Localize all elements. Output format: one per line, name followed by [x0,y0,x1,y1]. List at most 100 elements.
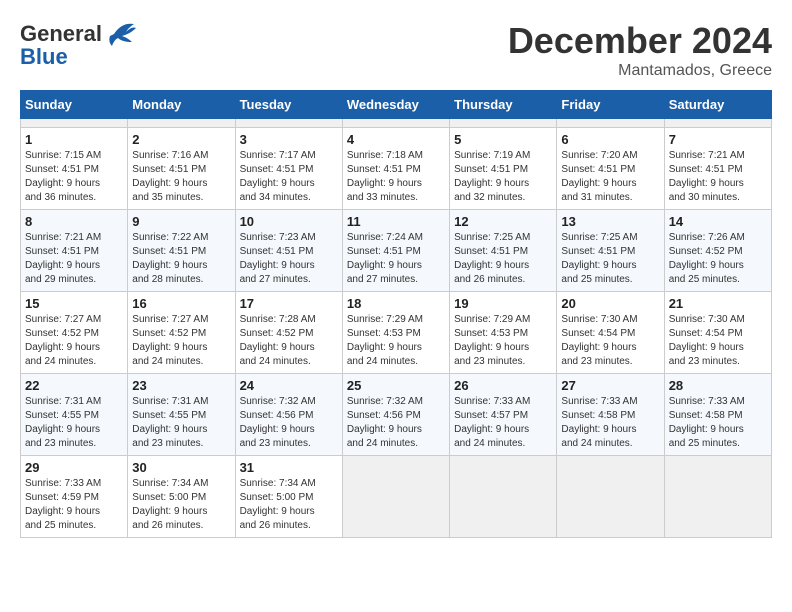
day-info: Sunrise: 7:29 AM Sunset: 4:53 PM Dayligh… [347,313,445,369]
calendar-cell: 15 Sunrise: 7:27 AM Sunset: 4:52 PM Dayli… [21,292,128,374]
day-info: Sunrise: 7:31 AM Sunset: 4:55 PM Dayligh… [132,395,230,451]
day-number: 13 [561,214,659,229]
day-info: Sunrise: 7:22 AM Sunset: 4:51 PM Dayligh… [132,231,230,287]
day-number: 26 [454,378,552,393]
calendar-cell [235,119,342,128]
calendar-cell [342,456,449,538]
calendar-cell: 20Sunrise: 7:30 AM Sunset: 4:54 PM Dayli… [557,292,664,374]
header-cell-monday: Monday [128,91,235,119]
calendar-week-row: 15 Sunrise: 7:27 AM Sunset: 4:52 PM Dayli… [21,292,772,374]
day-number: 6 [561,132,659,147]
day-info: Sunrise: 7:25 AM Sunset: 4:51 PM Dayligh… [561,231,659,287]
day-number: 10 [240,214,338,229]
calendar-cell: 23 Sunrise: 7:31 AM Sunset: 4:55 PM Dayli… [128,374,235,456]
calendar-cell: 7 Sunrise: 7:21 AM Sunset: 4:51 PM Daylig… [664,128,771,210]
day-info: Sunrise: 7:23 AM Sunset: 4:51 PM Dayligh… [240,231,338,287]
calendar-cell: 5 Sunrise: 7:19 AM Sunset: 4:51 PM Daylig… [450,128,557,210]
day-info: Sunrise: 7:29 AM Sunset: 4:53 PM Dayligh… [454,313,552,369]
day-number: 18 [347,296,445,311]
day-info: Sunrise: 7:34 AM Sunset: 5:00 PM Dayligh… [132,477,230,533]
day-number: 20 [561,296,659,311]
day-info: Sunrise: 7:21 AM Sunset: 4:51 PM Dayligh… [669,149,767,205]
calendar-cell: 27Sunrise: 7:33 AM Sunset: 4:58 PM Dayli… [557,374,664,456]
day-number: 12 [454,214,552,229]
page-header: General Blue December 2024 Mantamados, G… [20,20,772,80]
calendar-cell: 6Sunrise: 7:20 AM Sunset: 4:51 PM Daylig… [557,128,664,210]
calendar-cell: 13 Sunrise: 7:25 AM Sunset: 4:51 PM Dayli… [557,210,664,292]
day-number: 30 [132,460,230,475]
day-number: 24 [240,378,338,393]
day-number: 16 [132,296,230,311]
calendar-cell: 16 Sunrise: 7:27 AM Sunset: 4:52 PM Dayli… [128,292,235,374]
calendar-week-row: 8 Sunrise: 7:21 AM Sunset: 4:51 PM Daylig… [21,210,772,292]
calendar-cell: 22 Sunrise: 7:31 AM Sunset: 4:55 PM Dayli… [21,374,128,456]
calendar-cell: 17 Sunrise: 7:28 AM Sunset: 4:52 PM Dayli… [235,292,342,374]
calendar-cell [128,119,235,128]
calendar-cell [557,456,664,538]
day-info: Sunrise: 7:32 AM Sunset: 4:56 PM Dayligh… [347,395,445,451]
calendar-cell [450,456,557,538]
calendar-cell: 30 Sunrise: 7:34 AM Sunset: 5:00 PM Dayli… [128,456,235,538]
day-number: 22 [25,378,123,393]
day-number: 28 [669,378,767,393]
day-info: Sunrise: 7:24 AM Sunset: 4:51 PM Dayligh… [347,231,445,287]
logo-bird-icon [104,20,136,48]
day-number: 21 [669,296,767,311]
day-number: 2 [132,132,230,147]
day-number: 25 [347,378,445,393]
day-info: Sunrise: 7:25 AM Sunset: 4:51 PM Dayligh… [454,231,552,287]
day-number: 5 [454,132,552,147]
day-number: 3 [240,132,338,147]
header-cell-wednesday: Wednesday [342,91,449,119]
day-info: Sunrise: 7:27 AM Sunset: 4:52 PM Dayligh… [132,313,230,369]
header-cell-thursday: Thursday [450,91,557,119]
title-block: December 2024 Mantamados, Greece [508,20,772,80]
header-cell-friday: Friday [557,91,664,119]
calendar-cell: 11Sunrise: 7:24 AM Sunset: 4:51 PM Dayli… [342,210,449,292]
calendar-cell: 14 Sunrise: 7:26 AM Sunset: 4:52 PM Dayli… [664,210,771,292]
day-info: Sunrise: 7:21 AM Sunset: 4:51 PM Dayligh… [25,231,123,287]
day-number: 29 [25,460,123,475]
calendar-cell: 18 Sunrise: 7:29 AM Sunset: 4:53 PM Dayli… [342,292,449,374]
day-info: Sunrise: 7:17 AM Sunset: 4:51 PM Dayligh… [240,149,338,205]
day-info: Sunrise: 7:27 AM Sunset: 4:52 PM Dayligh… [25,313,123,369]
day-info: Sunrise: 7:31 AM Sunset: 4:55 PM Dayligh… [25,395,123,451]
calendar-cell [342,119,449,128]
day-number: 9 [132,214,230,229]
calendar-cell: 19 Sunrise: 7:29 AM Sunset: 4:53 PM Dayli… [450,292,557,374]
calendar-cell: 25 Sunrise: 7:32 AM Sunset: 4:56 PM Dayli… [342,374,449,456]
day-info: Sunrise: 7:28 AM Sunset: 4:52 PM Dayligh… [240,313,338,369]
header-cell-tuesday: Tuesday [235,91,342,119]
day-number: 8 [25,214,123,229]
calendar-cell [21,119,128,128]
calendar-cell: 28Sunrise: 7:33 AM Sunset: 4:58 PM Dayli… [664,374,771,456]
calendar-subtitle: Mantamados, Greece [508,62,772,80]
day-number: 14 [669,214,767,229]
day-info: Sunrise: 7:30 AM Sunset: 4:54 PM Dayligh… [669,313,767,369]
calendar-cell: 12 Sunrise: 7:25 AM Sunset: 4:51 PM Dayli… [450,210,557,292]
calendar-cell [557,119,664,128]
day-info: Sunrise: 7:19 AM Sunset: 4:51 PM Dayligh… [454,149,552,205]
day-info: Sunrise: 7:26 AM Sunset: 4:52 PM Dayligh… [669,231,767,287]
calendar-week-row: 1Sunrise: 7:15 AM Sunset: 4:51 PM Daylig… [21,128,772,210]
calendar-cell [664,119,771,128]
day-number: 23 [132,378,230,393]
calendar-cell: 3 Sunrise: 7:17 AM Sunset: 4:51 PM Daylig… [235,128,342,210]
calendar-cell: 21 Sunrise: 7:30 AM Sunset: 4:54 PM Dayli… [664,292,771,374]
day-info: Sunrise: 7:32 AM Sunset: 4:56 PM Dayligh… [240,395,338,451]
calendar-cell: 2Sunrise: 7:16 AM Sunset: 4:51 PM Daylig… [128,128,235,210]
day-number: 19 [454,296,552,311]
day-number: 1 [25,132,123,147]
day-info: Sunrise: 7:18 AM Sunset: 4:51 PM Dayligh… [347,149,445,205]
day-number: 7 [669,132,767,147]
header-cell-saturday: Saturday [664,91,771,119]
day-number: 4 [347,132,445,147]
day-number: 15 [25,296,123,311]
calendar-cell: 26Sunrise: 7:33 AM Sunset: 4:57 PM Dayli… [450,374,557,456]
calendar-cell: 29Sunrise: 7:33 AM Sunset: 4:59 PM Dayli… [21,456,128,538]
calendar-week-row: 29Sunrise: 7:33 AM Sunset: 4:59 PM Dayli… [21,456,772,538]
calendar-cell [664,456,771,538]
calendar-cell [450,119,557,128]
day-number: 17 [240,296,338,311]
calendar-cell: 24 Sunrise: 7:32 AM Sunset: 4:56 PM Dayli… [235,374,342,456]
